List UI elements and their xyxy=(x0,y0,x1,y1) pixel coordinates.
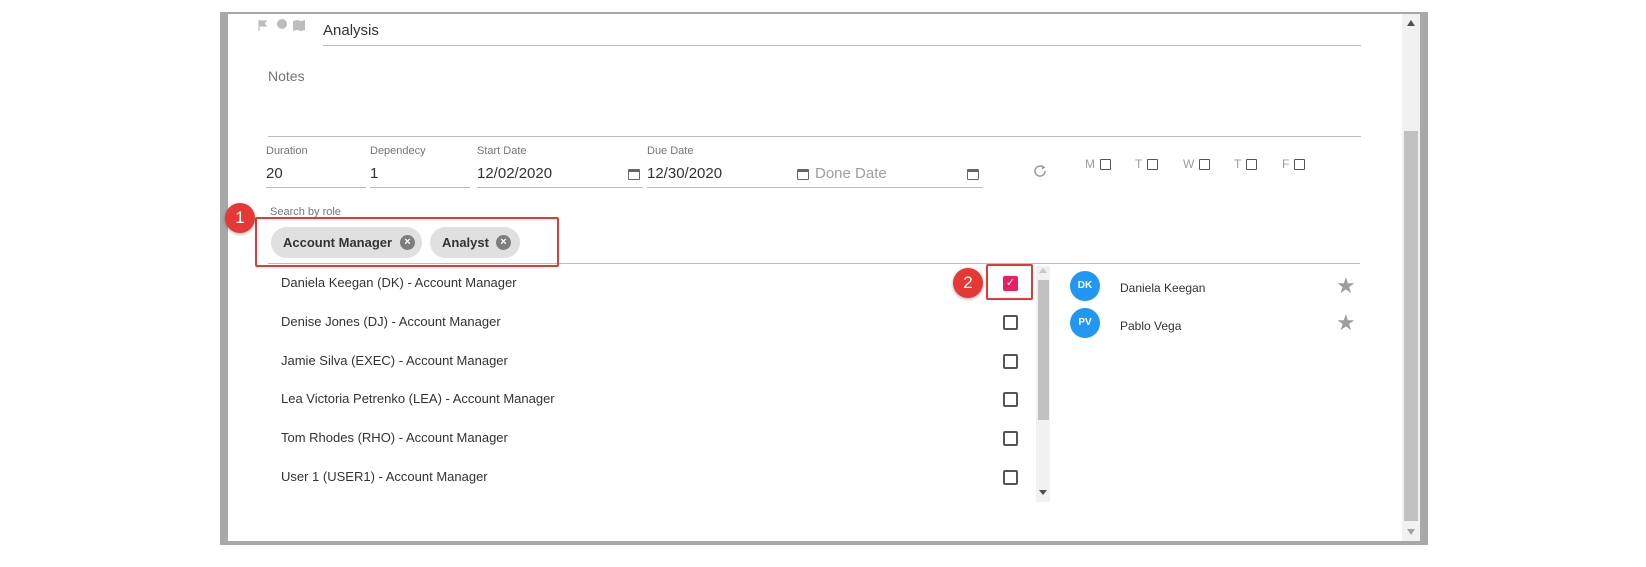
avatar: DK xyxy=(1070,271,1100,301)
due-date-label: Due Date xyxy=(647,145,694,157)
panel-scroll-down-icon[interactable] xyxy=(1407,529,1415,535)
resize-handle[interactable] xyxy=(221,100,226,390)
day-monday[interactable]: M xyxy=(1085,157,1111,171)
user-checkbox[interactable] xyxy=(1003,354,1018,369)
day-wednesday[interactable]: W xyxy=(1183,157,1211,171)
day-monday-checkbox[interactable] xyxy=(1100,159,1111,171)
duration-field[interactable]: 20 xyxy=(266,165,283,182)
user-list-item[interactable]: Tom Rhodes (RHO) - Account Manager xyxy=(281,430,508,445)
panel-scroll-up-icon[interactable] xyxy=(1407,20,1415,26)
task-name-underline xyxy=(323,45,1361,46)
task-name-field[interactable]: Analysis xyxy=(323,22,379,39)
dependency-underline xyxy=(370,187,470,188)
circle-icon[interactable] xyxy=(277,19,287,29)
user-list-item[interactable]: Daniela Keegan (DK) - Account Manager xyxy=(281,275,517,290)
day-friday[interactable]: F xyxy=(1282,157,1306,171)
due-date-underline xyxy=(647,187,813,188)
day-tuesday-checkbox[interactable] xyxy=(1147,159,1159,171)
duration-underline xyxy=(266,187,366,188)
duration-label: Duration xyxy=(266,145,308,157)
user-checkbox[interactable] xyxy=(1003,470,1018,485)
callout-highlight-chips xyxy=(255,217,559,267)
assigned-person-name: Daniela Keegan xyxy=(1120,281,1206,295)
day-friday-checkbox[interactable] xyxy=(1294,159,1306,171)
start-date-field[interactable]: 12/02/2020 xyxy=(477,165,552,182)
list-scroll-up-icon[interactable] xyxy=(1039,268,1047,273)
day-tuesday[interactable]: T xyxy=(1135,157,1159,171)
user-checkbox[interactable] xyxy=(1003,392,1018,407)
user-list-item[interactable]: Lea Victoria Petrenko (LEA) - Account Ma… xyxy=(281,391,555,406)
flag-icon[interactable] xyxy=(258,18,268,31)
star-icon[interactable]: ★ xyxy=(1336,310,1356,336)
map-icon[interactable] xyxy=(293,18,305,31)
day-monday-label: M xyxy=(1085,157,1095,171)
day-friday-label: F xyxy=(1282,157,1290,171)
refresh-icon[interactable] xyxy=(1032,163,1048,179)
list-scroll-down-icon[interactable] xyxy=(1039,490,1047,495)
start-date-label: Start Date xyxy=(477,145,527,157)
done-date-field[interactable]: Done Date xyxy=(815,165,887,182)
day-wednesday-checkbox[interactable] xyxy=(1199,159,1211,171)
callout-badge: 1 xyxy=(225,203,255,233)
list-scrollbar-thumb[interactable] xyxy=(1038,280,1049,420)
dependency-label: Dependecy xyxy=(370,145,426,157)
user-checkbox[interactable] xyxy=(1003,431,1018,446)
user-list-item[interactable]: User 1 (USER1) - Account Manager xyxy=(281,469,488,484)
start-date-calendar-icon[interactable] xyxy=(628,169,640,180)
dependency-field[interactable]: 1 xyxy=(370,165,378,182)
day-thursday-checkbox[interactable] xyxy=(1246,159,1258,171)
panel-scrollbar-thumb[interactable] xyxy=(1404,131,1418,521)
day-thursday[interactable]: T xyxy=(1234,157,1258,171)
notes-field[interactable]: Notes xyxy=(268,68,305,84)
done-date-underline xyxy=(813,187,983,188)
start-date-underline xyxy=(477,187,643,188)
user-checkbox[interactable] xyxy=(1003,315,1018,330)
assigned-person-name: Pablo Vega xyxy=(1120,319,1182,333)
due-date-calendar-icon[interactable] xyxy=(797,169,809,180)
notes-underline xyxy=(268,136,1361,137)
day-tuesday-label: T xyxy=(1135,157,1143,171)
user-list-item[interactable]: Denise Jones (DJ) - Account Manager xyxy=(281,314,501,329)
done-date-calendar-icon[interactable] xyxy=(967,169,979,180)
callout-badge: 2 xyxy=(953,268,983,298)
star-icon[interactable]: ★ xyxy=(1336,273,1356,299)
callout-highlight-checkbox xyxy=(986,264,1033,300)
day-wednesday-label: W xyxy=(1183,157,1195,171)
due-date-field[interactable]: 12/30/2020 xyxy=(647,165,722,182)
user-list-item[interactable]: Jamie Silva (EXEC) - Account Manager xyxy=(281,353,508,368)
avatar: PV xyxy=(1070,308,1100,338)
day-thursday-label: T xyxy=(1234,157,1242,171)
